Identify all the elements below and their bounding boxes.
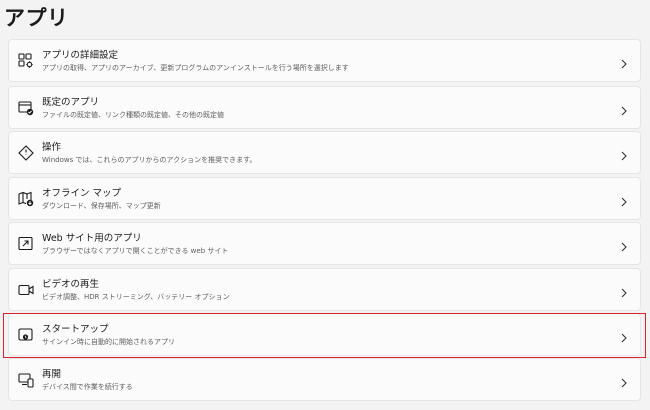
page-title: アプリ xyxy=(4,6,69,30)
chevron-right-icon xyxy=(620,374,628,388)
row-description: サインイン時に自動的に開始されるアプリ xyxy=(42,337,175,346)
row-description: ブラウザーではなくアプリで開くことができる web サイト xyxy=(42,247,229,256)
chevron-right-icon xyxy=(620,102,628,116)
setting-row-startup[interactable]: スタートアップ サインイン時に自動的に開始されるアプリ xyxy=(8,312,641,356)
row-description: ダウンロード、保存場所、マップ更新 xyxy=(42,201,161,210)
row-description: アプリの取得、アプリのアーカイブ、更新プログラムのアンインストールを行う場所を選… xyxy=(42,64,349,72)
chevron-right-icon xyxy=(620,193,628,207)
chevron-right-icon xyxy=(620,284,628,297)
row-description: デバイス間で作業を続行する xyxy=(42,383,133,392)
video-playback-icon xyxy=(17,281,35,299)
row-title: 再開 xyxy=(42,369,62,381)
row-title: アプリの詳細設定 xyxy=(42,50,119,61)
setting-row-default-apps[interactable]: 既定のアプリ ファイルの既定値、リンク種類の既定値、その他の既定値 xyxy=(8,86,641,129)
row-title: オフライン マップ xyxy=(42,187,122,199)
setting-row-offline-maps[interactable]: オフライン マップ ダウンロード、保存場所、マップ更新 xyxy=(8,176,641,220)
row-title: 既定のアプリ xyxy=(42,97,100,108)
row-description: Windows では、これらのアプリからのアクションを推奨できます。 xyxy=(42,156,257,165)
row-title: スタートアップ xyxy=(42,323,109,335)
setting-row-resume[interactable]: 再開 デバイス間で作業を続行する xyxy=(8,358,641,402)
row-description: ファイルの既定値、リンク種類の既定値、その他の既定値 xyxy=(42,111,224,119)
chevron-right-icon xyxy=(620,329,628,343)
chevron-right-icon xyxy=(620,55,628,69)
startup-icon xyxy=(17,326,35,344)
setting-row-apps-for-websites[interactable]: Web サイト用のアプリ ブラウザーではなくアプリで開くことができる web サ… xyxy=(8,222,641,266)
setting-row-video-playback[interactable]: ビデオの再生 ビデオ調整、HDR ストリーミング、バッテリー オプション xyxy=(8,267,641,311)
chevron-right-icon xyxy=(620,238,628,252)
row-title: Web サイト用のアプリ xyxy=(42,233,142,245)
actions-icon xyxy=(17,144,35,162)
row-description: ビデオ調整、HDR ストリーミング、バッテリー オプション xyxy=(42,292,230,301)
default-apps-icon xyxy=(17,99,35,117)
setting-row-actions[interactable]: 操作 Windows では、これらのアプリからのアクションを推奨できます。 xyxy=(8,131,641,175)
offline-maps-icon xyxy=(17,190,35,208)
setting-row-advanced-app-settings[interactable]: アプリの詳細設定 アプリの取得、アプリのアーカイブ、更新プログラムのアンインスト… xyxy=(8,39,641,82)
row-title: 操作 xyxy=(42,142,62,154)
resume-icon xyxy=(17,371,35,389)
apps-for-websites-icon xyxy=(17,235,35,253)
row-title: ビデオの再生 xyxy=(42,278,100,290)
settings-list: アプリの詳細設定 アプリの取得、アプリのアーカイブ、更新プログラムのアンインスト… xyxy=(8,39,641,404)
chevron-right-icon xyxy=(620,147,628,161)
advanced-apps-icon xyxy=(17,52,35,70)
